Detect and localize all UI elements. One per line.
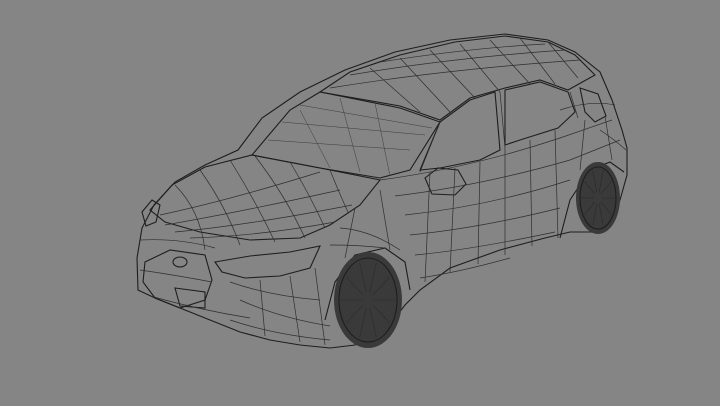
front-side-window [419,91,501,171]
front-grille [142,249,213,309]
headlight-left [214,245,321,279]
rear-side-window [504,81,576,146]
front-wheel [334,252,402,348]
headlight-right [141,199,161,227]
hood-panel [149,154,381,241]
render-viewport [0,0,720,406]
rear-wheel [576,162,620,234]
brand-emblem [172,256,188,268]
car-wireframe-render [136,33,628,349]
quarter-window [579,87,607,123]
